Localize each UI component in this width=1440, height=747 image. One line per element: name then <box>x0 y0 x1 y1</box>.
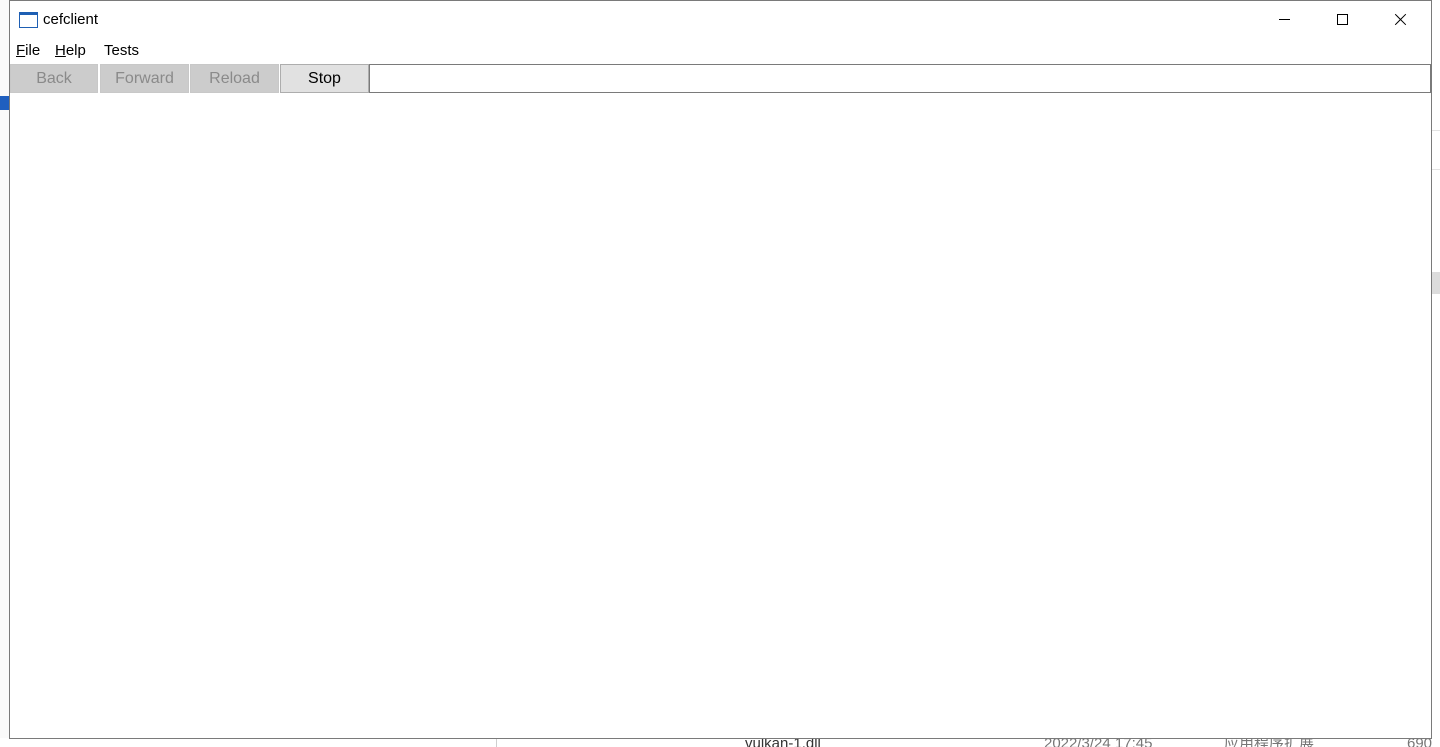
background-file-type: 应用程序扩展 <box>1224 738 1315 747</box>
close-icon <box>1394 13 1407 26</box>
menu-help[interactable]: Help <box>55 42 86 60</box>
cefclient-window: cefclient File Help Tests Back Forward R… <box>9 0 1432 739</box>
background-file-size: 690 <box>1407 738 1433 747</box>
background-window-right-edge <box>1432 0 1440 747</box>
stop-button[interactable]: Stop <box>280 64 369 93</box>
background-file-name: vulkan-1.dll <box>745 738 821 747</box>
forward-button[interactable]: Forward <box>100 64 189 93</box>
minimize-icon <box>1278 18 1290 20</box>
minimize-button[interactable] <box>1255 1 1313 37</box>
maximize-button[interactable] <box>1313 1 1371 37</box>
background-file-date: 2022/3/24 17:45 <box>1044 738 1153 747</box>
maximize-icon <box>1336 13 1348 25</box>
background-window-left-edge <box>0 0 9 747</box>
back-button[interactable]: Back <box>10 64 98 93</box>
menu-bar: File Help Tests <box>10 39 1431 61</box>
menu-tests[interactable]: Tests <box>104 42 139 60</box>
browser-content-area[interactable] <box>10 95 1431 738</box>
window-app-icon <box>19 12 38 28</box>
background-file-explorer: vulkan-1.dll 2022/3/24 17:45 应用程序扩展 690 <box>0 738 1440 747</box>
window-title: cefclient <box>43 11 99 28</box>
title-bar[interactable]: cefclient <box>10 1 1431 37</box>
menu-file[interactable]: File <box>16 42 40 60</box>
url-input[interactable] <box>369 64 1431 93</box>
navigation-toolbar: Back Forward Reload Stop <box>10 63 1431 94</box>
reload-button[interactable]: Reload <box>190 64 279 93</box>
close-button[interactable] <box>1371 1 1429 37</box>
